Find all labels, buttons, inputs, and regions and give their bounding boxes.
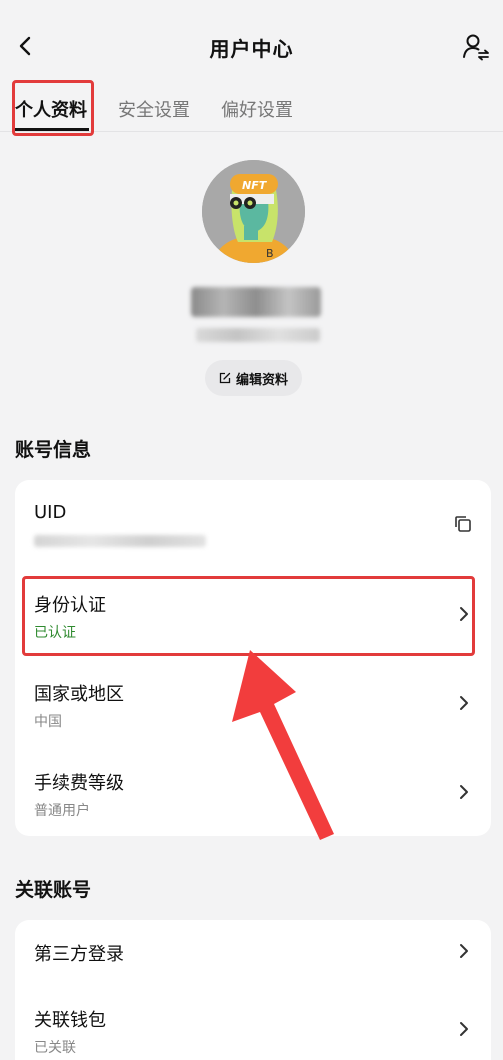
edit-profile-button[interactable]: 编辑资料 [205, 360, 302, 396]
linked-accounts-card: 第三方登录 关联钱包 已关联 [15, 920, 491, 1060]
chevron-right-icon [460, 1022, 468, 1036]
linked-wallet-row[interactable]: 关联钱包 已关联 [15, 986, 491, 1060]
avatar[interactable]: B NFT [202, 160, 305, 263]
avatar-badge: NFT [242, 179, 268, 192]
fee-level-value: 普通用户 [34, 803, 90, 819]
linked-wallet-label: 关联钱包 [34, 1010, 106, 1031]
nickname-redacted [191, 287, 321, 317]
country-region-label: 国家或地区 [34, 684, 124, 705]
linked-accounts-heading: 关联账号 [15, 879, 92, 901]
third-party-login-label: 第三方登录 [34, 944, 124, 965]
copy-icon[interactable] [453, 514, 473, 534]
user-switch-icon [463, 34, 489, 61]
switch-account-button[interactable] [461, 32, 491, 62]
nft-avatar-image: B NFT [202, 160, 305, 263]
uid-label: UID [34, 502, 67, 523]
top-bar: 用户中心 [0, 0, 503, 92]
country-region-value: 中国 [34, 714, 62, 730]
uid-value-redacted [34, 535, 206, 547]
email-redacted [196, 328, 320, 342]
tab-preferences[interactable]: 偏好设置 [221, 96, 293, 122]
tab-highlight-box [12, 80, 94, 136]
tab-security[interactable]: 安全设置 [118, 96, 190, 122]
annotation-arrow [232, 650, 334, 840]
account-info-heading: 账号信息 [15, 439, 92, 461]
uid-row[interactable]: UID [15, 480, 491, 568]
linked-wallet-status: 已关联 [34, 1040, 76, 1056]
svg-text:B: B [266, 247, 274, 260]
chevron-right-icon [460, 785, 468, 799]
page-title: 用户中心 [209, 37, 294, 61]
chevron-right-icon [460, 696, 468, 710]
fee-level-label: 手续费等级 [34, 773, 124, 794]
verification-highlight-box [22, 576, 475, 656]
edit-icon [219, 372, 231, 384]
edit-profile-label: 编辑资料 [235, 372, 288, 388]
chevron-right-icon [460, 944, 468, 958]
